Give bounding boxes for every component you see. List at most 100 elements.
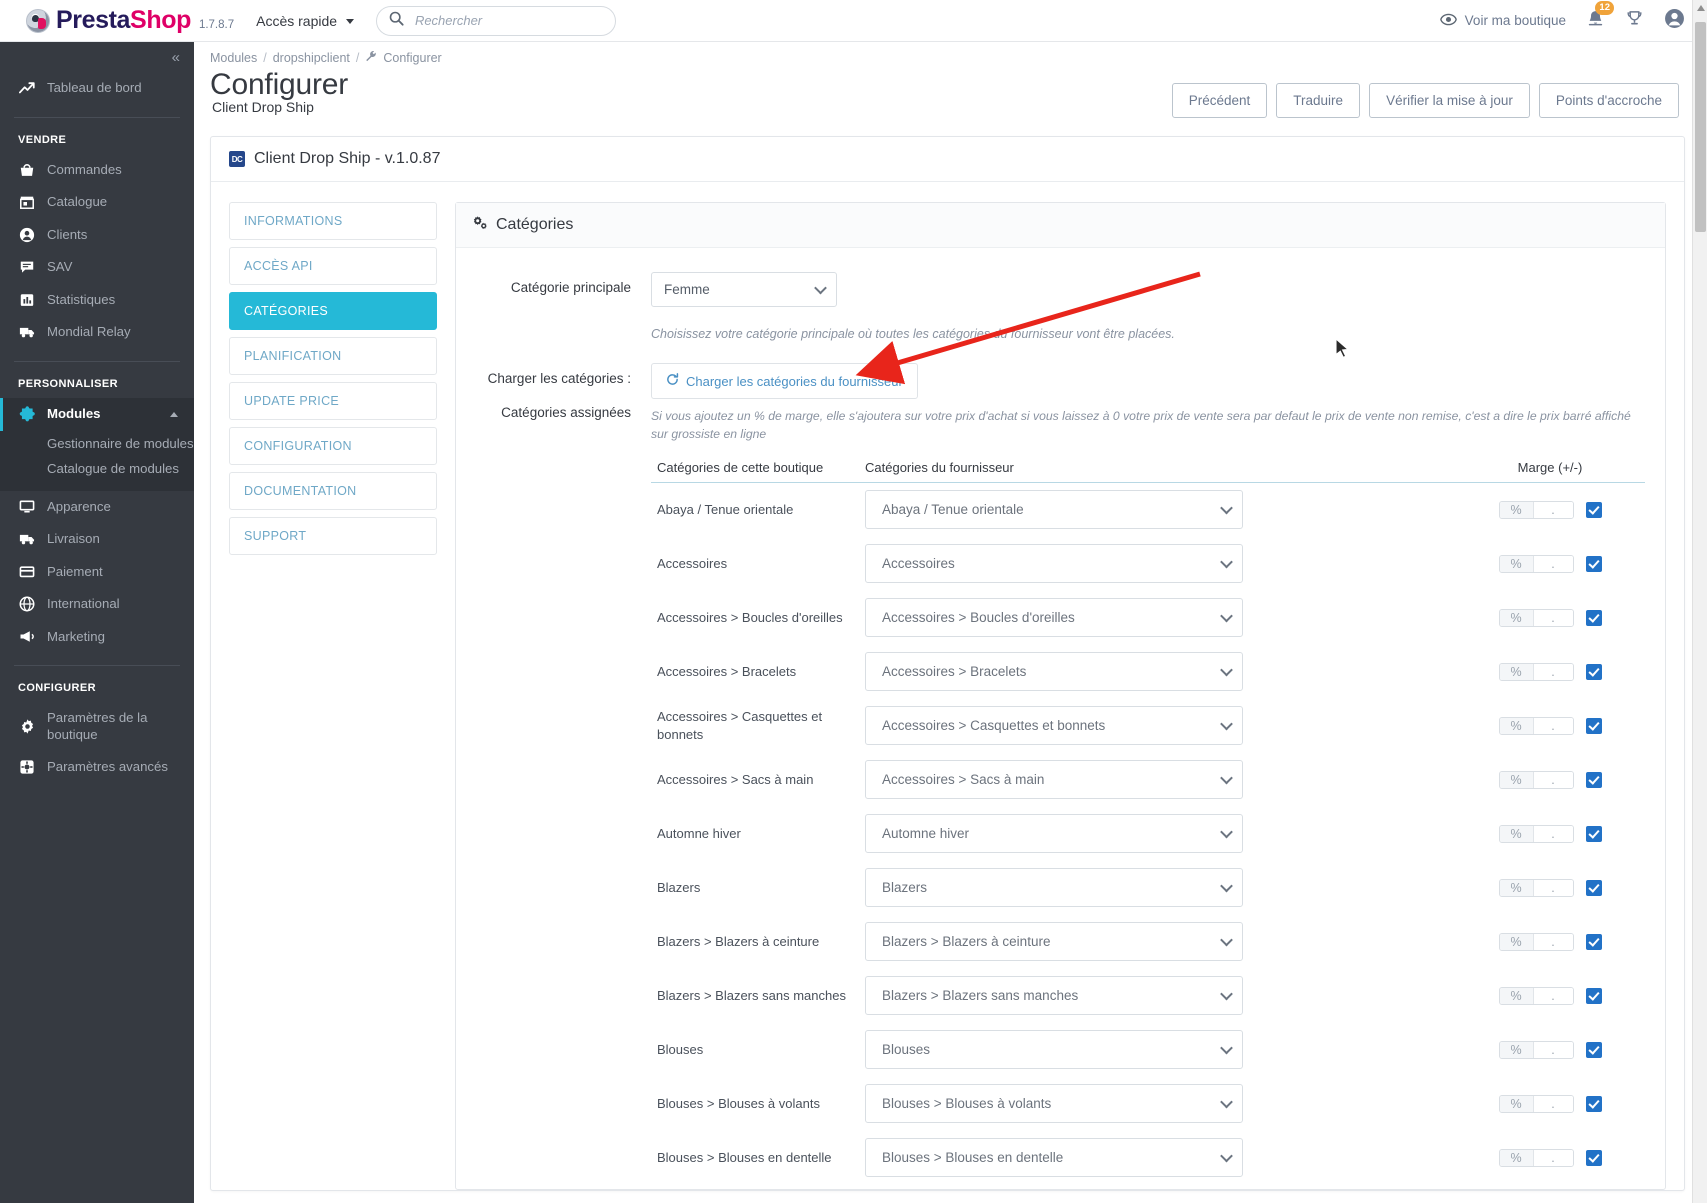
sidebar-item-commandes[interactable]: Commandes: [0, 154, 194, 187]
supplier-category-select-wrap[interactable]: Blouses: [865, 1030, 1243, 1070]
supplier-category-select-wrap[interactable]: Accessoires > Casquettes et bonnets: [865, 706, 1243, 746]
tab-documentation[interactable]: DOCUMENTATION: [229, 472, 437, 510]
sidebar-item-international[interactable]: International: [0, 588, 194, 621]
breadcrumb-modules[interactable]: Modules: [210, 51, 257, 65]
margin-input-group[interactable]: %: [1498, 500, 1574, 519]
supplier-category-select[interactable]: Blazers > Blazers sans manches: [865, 976, 1243, 1016]
row-enabled-checkbox[interactable]: [1585, 771, 1602, 788]
sidebar-subitem-catalogue-de-modules[interactable]: Catalogue de modules: [0, 456, 194, 481]
supplier-category-select[interactable]: Blouses: [865, 1030, 1243, 1070]
margin-input[interactable]: [1533, 501, 1573, 518]
row-enabled-checkbox[interactable]: [1585, 663, 1602, 680]
account-button[interactable]: [1664, 8, 1685, 34]
achievements-button[interactable]: [1625, 9, 1644, 33]
margin-input-group[interactable]: %: [1498, 608, 1574, 627]
supplier-category-select[interactable]: Blazers > Blazers à ceinture: [865, 922, 1243, 962]
notifications-button[interactable]: 12: [1586, 0, 1614, 33]
supplier-category-select[interactable]: Blouses > Blouses en dentelle: [865, 1138, 1243, 1178]
sidebar-item-statistiques[interactable]: Statistiques: [0, 284, 194, 317]
supplier-category-select-wrap[interactable]: Accessoires > Bracelets: [865, 652, 1243, 692]
supplier-category-select[interactable]: Blouses > Blouses à volants: [865, 1084, 1243, 1124]
margin-input-group[interactable]: %: [1498, 878, 1574, 897]
tab-configuration[interactable]: CONFIGURATION: [229, 427, 437, 465]
margin-input[interactable]: [1533, 933, 1573, 950]
margin-input-group[interactable]: %: [1498, 662, 1574, 681]
hook-points-button[interactable]: Points d'accroche: [1538, 83, 1679, 118]
tab-update-price[interactable]: UPDATE PRICE: [229, 382, 437, 420]
sidebar-item-mondial-relay[interactable]: Mondial Relay: [0, 316, 194, 349]
margin-input[interactable]: [1533, 879, 1573, 896]
supplier-category-select-wrap[interactable]: Accessoires > Sacs à main: [865, 760, 1243, 800]
margin-input-group[interactable]: %: [1498, 554, 1574, 573]
margin-input[interactable]: [1533, 663, 1573, 680]
supplier-category-select[interactable]: Accessoires > Boucles d'oreilles: [865, 598, 1243, 638]
sidebar-item-apparence[interactable]: Apparence: [0, 491, 194, 524]
prestashop-logo[interactable]: PrestaShop 1.7.8.7: [0, 6, 234, 35]
supplier-category-select[interactable]: Automne hiver: [865, 814, 1243, 854]
margin-input[interactable]: [1533, 717, 1573, 734]
supplier-category-select[interactable]: Abaya / Tenue orientale: [865, 490, 1243, 530]
margin-input-group[interactable]: %: [1498, 932, 1574, 951]
margin-input[interactable]: [1533, 1149, 1573, 1166]
sidebar-item-parametres-avances[interactable]: Paramètres avancés: [0, 751, 194, 784]
tab-categories[interactable]: CATÉGORIES: [229, 292, 437, 330]
tab-acces-api[interactable]: ACCÈS API: [229, 247, 437, 285]
margin-input[interactable]: [1533, 987, 1573, 1004]
margin-input-group[interactable]: %: [1498, 986, 1574, 1005]
view-my-shop-link[interactable]: Voir ma boutique: [1439, 13, 1566, 29]
search-input[interactable]: [412, 12, 603, 29]
supplier-category-select-wrap[interactable]: Automne hiver: [865, 814, 1243, 854]
margin-input-group[interactable]: %: [1498, 1094, 1574, 1113]
margin-input[interactable]: [1533, 555, 1573, 572]
sidebar-item-paiement[interactable]: Paiement: [0, 556, 194, 589]
margin-input[interactable]: [1533, 1095, 1573, 1112]
supplier-category-select-wrap[interactable]: Blouses > Blouses à volants: [865, 1084, 1243, 1124]
supplier-category-select[interactable]: Accessoires > Sacs à main: [865, 760, 1243, 800]
translate-button[interactable]: Traduire: [1276, 83, 1361, 118]
sidebar-item-livraison[interactable]: Livraison: [0, 523, 194, 556]
row-enabled-checkbox[interactable]: [1585, 1149, 1602, 1166]
scrollbar-thumb[interactable]: [1695, 22, 1706, 232]
margin-input-group[interactable]: %: [1498, 716, 1574, 735]
supplier-category-select-wrap[interactable]: Blazers > Blazers à ceinture: [865, 922, 1243, 962]
main-category-select[interactable]: Femme: [651, 272, 837, 307]
tab-planification[interactable]: PLANIFICATION: [229, 337, 437, 375]
tab-support[interactable]: SUPPORT: [229, 517, 437, 555]
supplier-category-select[interactable]: Accessoires > Bracelets: [865, 652, 1243, 692]
row-enabled-checkbox[interactable]: [1585, 501, 1602, 518]
margin-input-group[interactable]: %: [1498, 1040, 1574, 1059]
supplier-category-select-wrap[interactable]: Blazers: [865, 868, 1243, 908]
row-enabled-checkbox[interactable]: [1585, 1095, 1602, 1112]
previous-button[interactable]: Précédent: [1171, 83, 1268, 118]
row-enabled-checkbox[interactable]: [1585, 879, 1602, 896]
search-box[interactable]: [375, 5, 616, 36]
collapse-sidebar-button[interactable]: «: [172, 49, 180, 66]
load-supplier-categories-button[interactable]: Charger les catégories du fournisseur: [651, 363, 918, 399]
supplier-category-select-wrap[interactable]: Accessoires: [865, 544, 1243, 584]
margin-input[interactable]: [1533, 609, 1573, 626]
supplier-category-select[interactable]: Accessoires: [865, 544, 1243, 584]
margin-input-group[interactable]: %: [1498, 770, 1574, 789]
sidebar-item-dashboard[interactable]: Tableau de bord: [0, 72, 194, 105]
margin-input[interactable]: [1533, 771, 1573, 788]
margin-input[interactable]: [1533, 1041, 1573, 1058]
sidebar-subitem-gestionnaire-de-modules[interactable]: Gestionnaire de modules: [0, 431, 194, 456]
sidebar-item-modules[interactable]: Modules: [0, 397, 194, 431]
margin-input-group[interactable]: %: [1498, 1148, 1574, 1167]
sidebar-item-clients[interactable]: Clients: [0, 219, 194, 252]
row-enabled-checkbox[interactable]: [1585, 987, 1602, 1004]
sidebar-item-parametres-boutique[interactable]: Paramètres de la boutique: [0, 702, 194, 751]
page-scrollbar[interactable]: [1692, 0, 1707, 1203]
margin-input[interactable]: [1533, 825, 1573, 842]
scroll-up-arrow-icon[interactable]: [1697, 5, 1705, 11]
sidebar-item-sav[interactable]: SAV: [0, 251, 194, 284]
row-enabled-checkbox[interactable]: [1585, 1041, 1602, 1058]
supplier-category-select-wrap[interactable]: Blazers > Blazers sans manches: [865, 976, 1243, 1016]
margin-input-group[interactable]: %: [1498, 824, 1574, 843]
main-category-select-wrap[interactable]: Femme: [651, 272, 837, 307]
check-update-button[interactable]: Vérifier la mise à jour: [1369, 83, 1530, 118]
sidebar-item-marketing[interactable]: Marketing: [0, 621, 194, 654]
supplier-category-select[interactable]: Accessoires > Casquettes et bonnets: [865, 706, 1243, 746]
breadcrumb-dropshipclient[interactable]: dropshipclient: [273, 51, 350, 65]
row-enabled-checkbox[interactable]: [1585, 555, 1602, 572]
